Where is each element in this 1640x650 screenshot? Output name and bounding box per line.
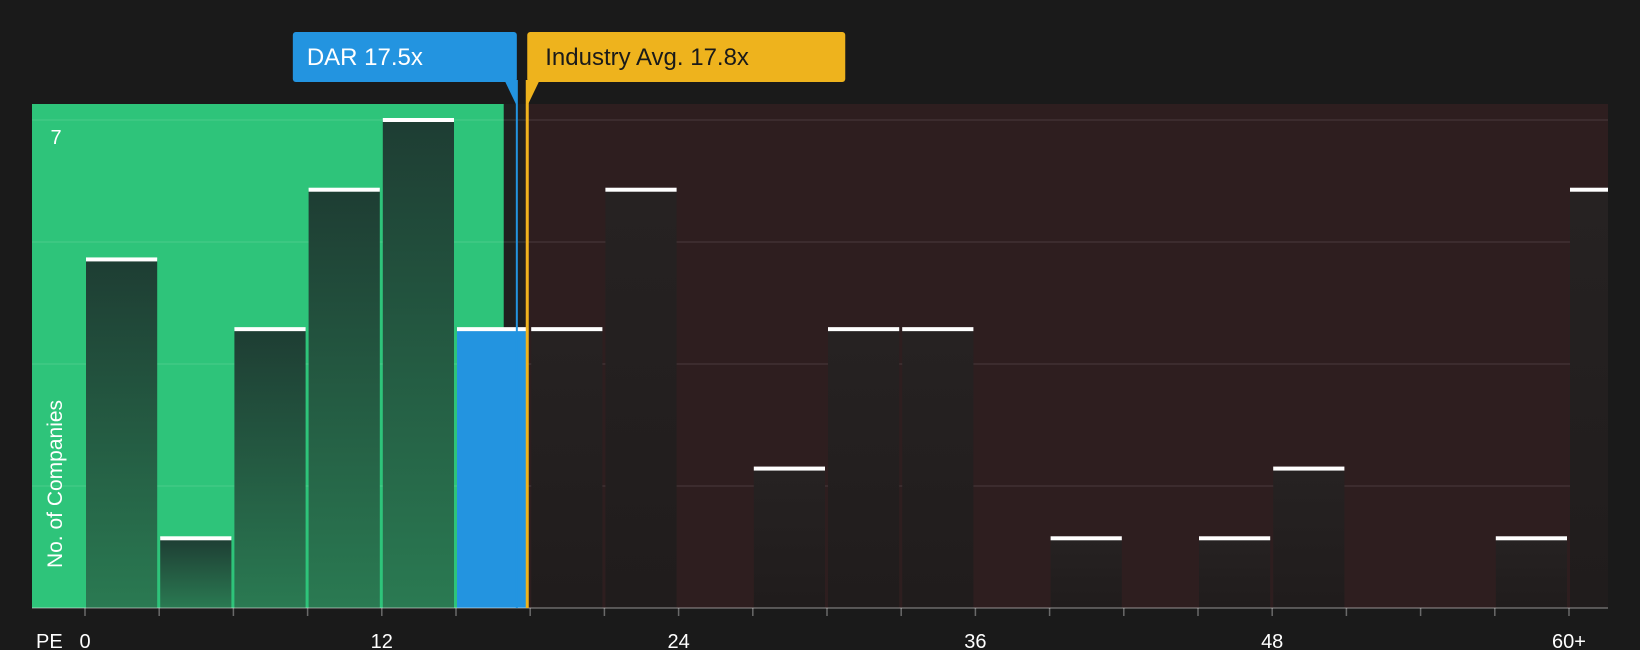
histogram-bar bbox=[1050, 538, 1122, 608]
x-tick-label: 12 bbox=[371, 631, 393, 650]
histogram-bar-cap bbox=[605, 187, 677, 192]
industry-callout-label: Industry Avg. 17.8x bbox=[545, 44, 749, 71]
histogram-bar-cap bbox=[1495, 536, 1567, 541]
histogram-bar-cap bbox=[828, 327, 900, 332]
histogram-bar-cap bbox=[1050, 536, 1122, 541]
histogram-bar-cap bbox=[160, 536, 232, 541]
histogram-bar bbox=[308, 189, 380, 608]
histogram-bar bbox=[160, 538, 232, 608]
x-axis-label: PE bbox=[36, 631, 63, 650]
histogram-bar bbox=[605, 189, 677, 608]
histogram-bar bbox=[1199, 538, 1271, 608]
histogram-bar bbox=[902, 329, 974, 608]
histogram-bar bbox=[1570, 189, 1608, 608]
histogram-bar bbox=[531, 329, 603, 608]
x-tick-label: 60+ bbox=[1552, 631, 1586, 650]
histogram-bar bbox=[234, 329, 306, 608]
histogram-bar-cap bbox=[1570, 187, 1608, 192]
y-tick-label: 7 bbox=[50, 127, 61, 149]
company-callout-pointer bbox=[504, 81, 517, 106]
x-axis: 0 12 24 36 48 60+ bbox=[32, 607, 1608, 650]
histogram-bar bbox=[828, 329, 900, 608]
y-axis-label: No. of Companies bbox=[44, 400, 67, 568]
histogram-bar bbox=[1495, 538, 1567, 608]
x-tick-label: 24 bbox=[667, 631, 689, 650]
industry-callout-pointer bbox=[527, 81, 540, 106]
histogram-bar-cap bbox=[902, 327, 974, 332]
histogram-bar-cap bbox=[753, 466, 825, 471]
histogram-bar-cap bbox=[1273, 466, 1345, 471]
x-tick-label: 0 bbox=[79, 631, 90, 650]
histogram-bar-cap bbox=[1199, 536, 1271, 541]
company-callout: DAR 17.5x bbox=[292, 32, 517, 106]
x-tick-label: 36 bbox=[964, 631, 986, 650]
histogram-bar-cap bbox=[234, 327, 306, 332]
histogram-bar bbox=[86, 259, 158, 608]
industry-callout: Industry Avg. 17.8x bbox=[527, 32, 846, 106]
histogram-bar-cap bbox=[531, 327, 603, 332]
x-tick-label: 48 bbox=[1261, 631, 1283, 650]
company-callout-label: DAR 17.5x bbox=[307, 44, 423, 71]
histogram-bar-cap bbox=[86, 257, 158, 262]
pe-distribution-chart: 0 12 24 36 48 60+ 7 No. of Companies PE DAR 1… bbox=[32, 32, 1608, 650]
histogram-bar-cap bbox=[308, 187, 380, 192]
histogram-bar-cap bbox=[382, 118, 454, 122]
histogram-bar bbox=[1273, 468, 1345, 608]
histogram-bar bbox=[382, 120, 454, 608]
overvalued-zone bbox=[525, 104, 1608, 608]
histogram-bar bbox=[753, 468, 825, 608]
